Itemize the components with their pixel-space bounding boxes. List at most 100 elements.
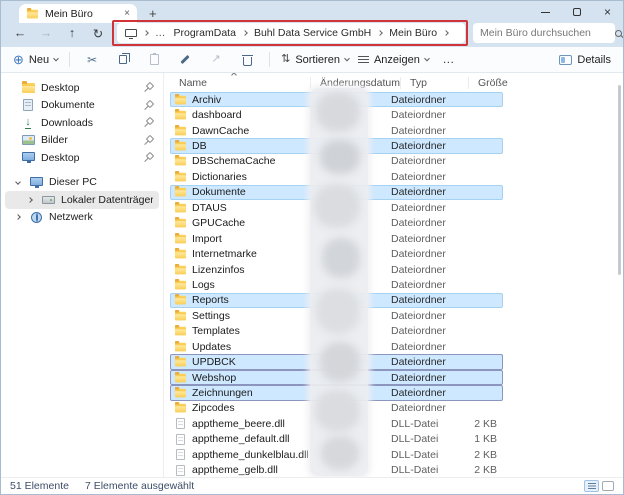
new-button[interactable]: ⊕ Neu (13, 53, 58, 66)
file-name-cell: DawnCache (171, 125, 309, 137)
chevron-right-icon[interactable] (27, 197, 33, 203)
details-view-toggle[interactable] (584, 480, 599, 492)
rename-button[interactable] (174, 54, 196, 65)
breadcrumb[interactable]: … ProgramData Buhl Data Service GmbH Mei… (117, 23, 465, 43)
file-name: Webshop (192, 372, 236, 384)
column-header-date[interactable]: Änderungsdatum (310, 77, 400, 89)
sidebar-item-desktop[interactable]: Desktop (5, 149, 159, 167)
file-type-cell: Dateiordner (391, 202, 459, 214)
table-row[interactable]: apptheme_dunkelblau.dll DLL-Datei 2 KB (170, 447, 503, 462)
table-row[interactable]: apptheme_gelb.dll DLL-Datei 2 KB (170, 463, 503, 478)
vertical-scrollbar[interactable] (618, 85, 621, 275)
table-row[interactable]: Zeichnungen Dateiordner (170, 385, 503, 400)
file-name: Reports (192, 294, 229, 306)
delete-button[interactable] (236, 54, 258, 66)
cut-button[interactable]: ✂ (81, 54, 103, 66)
navigation-bar: ← → ↑ ↻ … ProgramData Buhl Data Service … (1, 23, 623, 47)
table-row[interactable]: Dictionaries Dateiordner (170, 169, 503, 184)
monitor-icon (22, 152, 35, 161)
table-row[interactable]: DawnCache Dateiordner (170, 123, 503, 138)
explorer-tab[interactable]: Mein Büro × (19, 4, 137, 23)
copy-button[interactable] (112, 55, 134, 64)
refresh-button[interactable]: ↻ (85, 26, 111, 41)
folder-icon (175, 173, 186, 182)
table-row[interactable]: Webshop Dateiordner (170, 370, 503, 385)
table-row[interactable]: DBSchemaCache Dateiordner (170, 154, 503, 169)
table-row[interactable]: apptheme_default.dll DLL-Datei 1 KB (170, 432, 503, 447)
breadcrumb-item[interactable]: Buhl Data Service GmbH (254, 27, 371, 39)
column-header-type[interactable]: Typ (400, 77, 468, 89)
file-type-cell: Dateiordner (391, 325, 459, 337)
file-name: dashboard (192, 109, 242, 121)
file-type-cell: Dateiordner (391, 341, 459, 353)
sort-button[interactable]: ⇅ Sortieren (281, 54, 349, 66)
sidebar-item-dokumente[interactable]: Dokumente (5, 97, 159, 115)
file-name: UPDBCK (192, 356, 236, 368)
file-name-cell: Internetmarke (171, 248, 309, 260)
file-explorer-window: Mein Büro × + × ← → ↑ ↻ … ProgramData Bu… (0, 0, 624, 495)
table-row[interactable]: Import Dateiordner (170, 231, 503, 246)
sidebar-item-lokaler-datentr-ger-c-[interactable]: Lokaler Datenträger (C:) (5, 191, 159, 209)
chevron-right-icon (443, 30, 449, 36)
table-row[interactable]: Reports Dateiordner (170, 293, 503, 308)
table-row[interactable]: Logs Dateiordner (170, 277, 503, 292)
close-button[interactable]: × (592, 1, 623, 23)
paste-button[interactable] (143, 54, 165, 65)
file-size-cell: 2 KB (459, 449, 499, 461)
table-row[interactable]: Updates Dateiordner (170, 339, 503, 354)
search-icon (615, 30, 622, 37)
tab-close-icon[interactable]: × (124, 9, 130, 19)
folder-icon (175, 157, 186, 166)
trash-icon (243, 57, 252, 66)
table-row[interactable]: Zipcodes Dateiordner (170, 401, 503, 416)
forward-button[interactable]: → (33, 26, 59, 40)
column-header-size[interactable]: Größe (468, 77, 508, 89)
file-type-cell: Dateiordner (391, 264, 459, 276)
table-row[interactable]: Dokumente Dateiordner (170, 185, 503, 200)
search-input[interactable] (480, 27, 615, 39)
new-tab-button[interactable]: + (149, 7, 157, 20)
table-row[interactable]: dashboard Dateiordner (170, 107, 503, 122)
more-options-button[interactable]: … (438, 57, 460, 62)
table-row[interactable]: Lizenzinfos Dateiordner (170, 262, 503, 277)
chevron-right-icon[interactable] (15, 214, 21, 220)
details-pane-icon (559, 55, 572, 65)
sidebar-item-dieser-pc[interactable]: Dieser PC (5, 174, 159, 192)
view-button[interactable]: Anzeigen (358, 54, 429, 66)
table-row[interactable]: apptheme_beere.dll DLL-Datei 2 KB (170, 416, 503, 431)
file-name-cell: Dictionaries (171, 171, 309, 183)
breadcrumb-item[interactable]: Mein Büro (389, 27, 437, 39)
table-row[interactable]: DB Dateiordner (170, 138, 503, 153)
table-row[interactable]: DTAUS Dateiordner (170, 200, 503, 215)
maximize-button[interactable] (561, 1, 592, 23)
sidebar-item-netzwerk[interactable]: Netzwerk (5, 209, 159, 227)
table-row[interactable]: Templates Dateiordner (170, 324, 503, 339)
chevron-right-icon (242, 30, 248, 36)
thumbnail-view-toggle[interactable] (602, 481, 614, 491)
table-row[interactable]: GPUCache Dateiordner (170, 216, 503, 231)
item-count: 51 Elemente (10, 480, 69, 492)
sidebar-item-downloads[interactable]: ↓ Downloads (5, 114, 159, 132)
breadcrumb-overflow[interactable]: … (155, 27, 167, 39)
file-name: Archiv (192, 94, 221, 106)
table-row[interactable]: Internetmarke Dateiordner (170, 246, 503, 261)
details-pane-toggle[interactable]: Details (559, 54, 611, 66)
sidebar-item-bilder[interactable]: Bilder (5, 132, 159, 150)
minimize-button[interactable] (530, 1, 561, 23)
up-button[interactable]: ↑ (59, 26, 85, 40)
share-button[interactable]: ↗ (205, 54, 227, 65)
file-list-area: Name Änderungsdatum Typ Größe Archiv Dat… (164, 73, 623, 477)
breadcrumb-item[interactable]: ProgramData (174, 27, 236, 39)
drive-icon (42, 196, 55, 204)
column-header-name[interactable]: Name (170, 77, 310, 89)
table-row[interactable]: Archiv Dateiordner (170, 92, 503, 107)
sidebar-item-desktop[interactable]: Desktop (5, 79, 159, 97)
file-name: apptheme_dunkelblau.dll (192, 449, 309, 461)
file-type-cell: Dateiordner (391, 279, 459, 291)
back-button[interactable]: ← (7, 26, 33, 40)
table-row[interactable]: Settings Dateiordner (170, 308, 503, 323)
table-row[interactable]: UPDBCK Dateiordner (170, 354, 503, 369)
search-box[interactable] (473, 23, 615, 43)
this-pc-icon[interactable] (125, 29, 137, 37)
chevron-down-icon[interactable] (15, 179, 21, 185)
